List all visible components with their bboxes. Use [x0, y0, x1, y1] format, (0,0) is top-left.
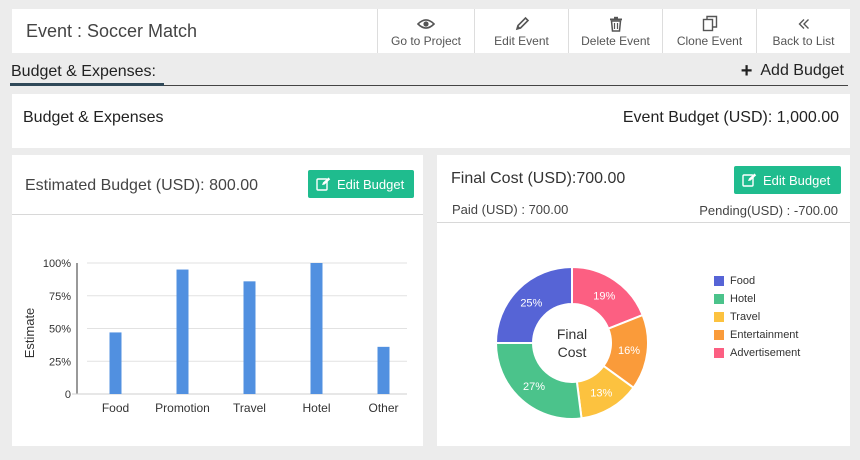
slice-label: 19%: [593, 290, 615, 302]
section-title-underline: [10, 83, 164, 86]
legend-label: Travel: [730, 311, 761, 323]
final-cost-card: Final Cost (USD):700.00 Edit Budget Paid…: [437, 155, 850, 446]
legend-label: Entertainment: [730, 329, 799, 341]
edit-event-button[interactable]: Edit Event: [474, 9, 568, 53]
legend-swatch: [714, 294, 724, 304]
final-cost-donut-chart: 19% 16% 13% 27% 25% Final Cost: [494, 265, 649, 420]
x-tick-label: Hotel: [302, 401, 330, 415]
plus-icon: +: [740, 60, 753, 82]
delete-event-label: Delete Event: [581, 34, 650, 48]
section-title: Budget & Expenses:: [11, 63, 156, 80]
pencil-icon: [514, 15, 530, 32]
x-tick-label: Food: [102, 401, 129, 415]
slice-label: 13%: [590, 387, 612, 399]
legend-label: Hotel: [730, 293, 756, 305]
legend-label: Food: [730, 275, 756, 287]
x-tick-label: Promotion: [155, 401, 210, 415]
slice-label: 27%: [523, 381, 545, 393]
edit-budget-label: Edit Budget: [763, 172, 831, 188]
y-axis-label: Estimate: [22, 308, 37, 359]
budget-summary-card: Budget & Expenses Event Budget (USD): 1,…: [12, 94, 850, 148]
slice-label: 16%: [618, 345, 640, 357]
edit-icon: [316, 177, 331, 191]
y-tick-label: 50%: [49, 324, 71, 336]
edit-estimated-budget-button[interactable]: Edit Budget: [308, 170, 414, 198]
header-actions: Go to Project Edit Event Delete Event Cl…: [377, 9, 850, 53]
bar-other[interactable]: [377, 346, 390, 394]
center-label: Final: [557, 326, 587, 342]
clone-event-label: Clone Event: [676, 34, 743, 48]
estimated-budget-card: Estimated Budget (USD): 800.00 Edit Budg…: [12, 155, 423, 446]
edit-final-budget-button[interactable]: Edit Budget: [734, 166, 841, 194]
legend-swatch: [714, 312, 724, 322]
final-cost-title: Final Cost (USD):700.00: [451, 170, 626, 187]
y-tick-label: 0: [65, 389, 71, 401]
eye-icon: [417, 15, 435, 32]
trash-icon: [609, 15, 623, 32]
edit-event-label: Edit Event: [494, 34, 549, 48]
pending-amount: Pending(USD) : -700.00: [699, 203, 838, 218]
y-tick-label: 100%: [43, 258, 71, 270]
clone-event-button[interactable]: Clone Event: [662, 9, 756, 53]
back-to-list-button[interactable]: Back to List: [756, 9, 850, 53]
legend-swatch: [714, 276, 724, 286]
app-frame: Event : Soccer Match Go to Project Edit …: [0, 0, 860, 460]
estimate-bar-chart: Estimate 0 25% 50% 75% 100% Food Promotion Trav…: [22, 258, 407, 415]
estimated-budget-title: Estimated Budget (USD): 800.00: [25, 177, 259, 194]
bar-promotion[interactable]: [176, 269, 189, 394]
add-budget-label: Add Budget: [760, 62, 844, 79]
y-tick-label: 25%: [49, 356, 71, 368]
edit-budget-label: Edit Budget: [337, 176, 405, 192]
x-tick-label: Other: [368, 401, 398, 415]
add-budget-button[interactable]: + Add Budget: [740, 60, 844, 82]
legend-label: Advertisement: [730, 347, 801, 359]
legend-item-travel[interactable]: Travel: [714, 311, 760, 323]
bar-food[interactable]: [109, 332, 122, 394]
back-to-list-label: Back to List: [772, 34, 835, 48]
event-budget-value: Event Budget (USD): 1,000.00: [622, 109, 839, 126]
slice-label: 25%: [520, 297, 542, 309]
event-header: Event : Soccer Match Go to Project Edit …: [12, 9, 850, 53]
summary-title: Budget & Expenses: [23, 109, 164, 126]
paid-amount: Paid (USD) : 700.00: [452, 202, 569, 217]
legend-item-entertainment[interactable]: Entertainment: [714, 329, 798, 341]
budget-section-bar: Budget & Expenses: + Add Budget: [10, 61, 848, 89]
go-to-project-button[interactable]: Go to Project: [377, 9, 474, 53]
legend-item-hotel[interactable]: Hotel: [714, 293, 756, 305]
bar-hotel[interactable]: [310, 263, 323, 394]
legend-swatch: [714, 330, 724, 340]
double-chevron-left-icon: [798, 15, 810, 32]
legend-item-food[interactable]: Food: [714, 275, 755, 287]
y-tick-label: 75%: [49, 291, 71, 303]
go-to-project-label: Go to Project: [390, 34, 462, 48]
center-label: Cost: [558, 344, 587, 360]
delete-event-button[interactable]: Delete Event: [568, 9, 662, 53]
legend-swatch: [714, 348, 724, 358]
x-tick-label: Travel: [233, 401, 266, 415]
copy-icon: [702, 15, 718, 32]
event-title: Event : Soccer Match: [26, 21, 198, 41]
legend-item-advertisement[interactable]: Advertisement: [714, 347, 800, 359]
edit-icon: [742, 173, 757, 187]
bar-travel[interactable]: [243, 281, 256, 394]
